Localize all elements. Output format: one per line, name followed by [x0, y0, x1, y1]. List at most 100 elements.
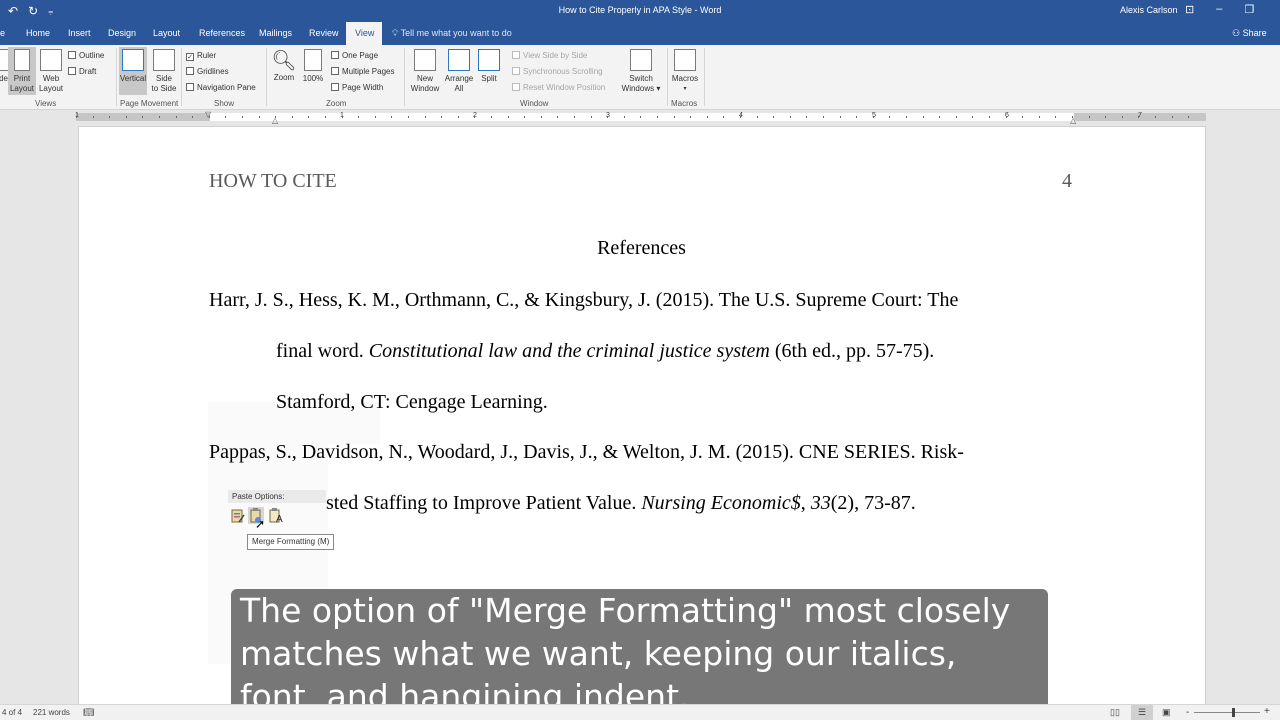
- ruler-tick: [1022, 116, 1024, 118]
- split-button[interactable]: Split: [477, 49, 501, 84]
- group-separator: [404, 48, 405, 106]
- view-side-by-side-button[interactable]: View Side by Side: [512, 51, 587, 61]
- ribbon-display-options-icon[interactable]: ⊡: [1185, 3, 1194, 16]
- zoom-slider-thumb[interactable]: [1232, 708, 1235, 717]
- synchronous-scrolling-button[interactable]: Synchronous Scrolling: [512, 67, 603, 77]
- tab-home[interactable]: Home: [20, 22, 56, 45]
- ruler-tick: [673, 116, 675, 118]
- switch-windows-button[interactable]: Switch Windows ▾: [618, 49, 664, 94]
- reset-window-position-button[interactable]: Reset Window Position: [512, 83, 605, 93]
- side-to-side-icon: [153, 49, 175, 71]
- arrange-all-button[interactable]: Arrange All: [442, 49, 476, 94]
- zoom-out-button[interactable]: -: [1186, 707, 1189, 718]
- reset-window-position-icon: [512, 83, 520, 91]
- minimize-icon[interactable]: –: [1216, 3, 1222, 16]
- restore-icon[interactable]: ❐: [1244, 3, 1254, 16]
- navigation-pane-checkbox[interactable]: Navigation Pane: [186, 83, 256, 93]
- tab-file[interactable]: e: [0, 22, 11, 45]
- ruler-tick: [906, 116, 907, 118]
- lightbulb-icon: 💡︎: [392, 28, 399, 38]
- ruler-tick: [1121, 116, 1123, 118]
- view-side-by-side-icon: [512, 51, 520, 59]
- print-layout-button[interactable]: Print Layout: [8, 47, 36, 95]
- gridlines-checkbox[interactable]: Gridlines: [186, 67, 229, 77]
- tell-me-search[interactable]: 💡︎ Tell me what you want to do: [392, 22, 512, 45]
- tab-design[interactable]: Design: [102, 22, 142, 45]
- zoom-button[interactable]: 🔍︎ Zoom: [271, 49, 297, 83]
- tab-references[interactable]: References: [193, 22, 251, 45]
- ruler-tick: [789, 116, 791, 118]
- page-count[interactable]: 4 of 4: [2, 708, 22, 717]
- right-indent-marker[interactable]: △: [1070, 116, 1076, 125]
- zoom-100-icon: [304, 49, 322, 71]
- title-bar: ↶ ↻ ⩦ How to Cite Properly in APA Style …: [0, 0, 1280, 22]
- horizontal-ruler[interactable]: 1 1 2 3 4 5 6 7 ▽ △ △: [75, 110, 1206, 125]
- reference-2-line-1[interactable]: Pappas, S., Davidson, N., Woodard, J., D…: [209, 441, 964, 464]
- ruler-tick: [607, 116, 609, 118]
- ruler-tick: [391, 116, 393, 118]
- ruler-tick: [856, 116, 858, 118]
- svg-text:A: A: [276, 514, 283, 524]
- zoom-100-button[interactable]: 100%: [301, 49, 325, 84]
- reference-2-line-2[interactable]: sted Staffing to Improve Patient Value. …: [326, 492, 916, 515]
- ribbon-tabs: e Home Insert Design Layout References M…: [0, 22, 1280, 45]
- ruler-tick: [1155, 116, 1156, 118]
- ruler-tick: [1055, 116, 1057, 118]
- tab-mailings[interactable]: Mailings: [253, 22, 298, 45]
- reference-1-line-1[interactable]: Harr, J. S., Hess, K. M., Orthmann, C., …: [209, 289, 958, 312]
- keep-source-formatting-button[interactable]: [230, 507, 246, 524]
- ruler-checkbox[interactable]: ✓ Ruler: [186, 51, 216, 61]
- page-number[interactable]: 4: [1062, 170, 1072, 193]
- ruler-tick: [275, 116, 277, 118]
- paste-options-panel: Paste Options: A: [228, 490, 326, 530]
- one-page-button[interactable]: One Page: [331, 51, 378, 61]
- new-window-button[interactable]: New Window: [408, 49, 442, 94]
- reference-1-line-3[interactable]: Stamford, CT: Cengage Learning.: [276, 391, 548, 414]
- read-mode-icon[interactable]: ▯▯: [1110, 707, 1120, 718]
- tab-layout[interactable]: Layout: [147, 22, 186, 45]
- ruler-tick: [972, 116, 974, 118]
- ruler-tick: [291, 116, 293, 118]
- ruler-tick: [806, 116, 808, 118]
- ruler-tick: [408, 116, 409, 118]
- tab-review[interactable]: Review: [303, 22, 345, 45]
- switch-windows-icon: [630, 49, 652, 71]
- tab-view[interactable]: View: [346, 22, 382, 45]
- ruler-tick: [1105, 116, 1107, 118]
- ruler-tick: [723, 116, 725, 118]
- share-button[interactable]: ⚇ Share: [1232, 22, 1267, 45]
- tab-insert[interactable]: Insert: [62, 22, 97, 45]
- draft-icon: [68, 67, 76, 75]
- multiple-pages-button[interactable]: Multiple Pages: [331, 67, 394, 77]
- ruler-tick: [358, 116, 360, 118]
- web-layout-icon[interactable]: ▣: [1162, 707, 1171, 718]
- side-to-side-button[interactable]: Side to Side: [150, 49, 178, 94]
- outline-button[interactable]: Outline: [68, 51, 104, 61]
- proofing-icon[interactable]: 📖︎: [83, 707, 94, 718]
- draft-button[interactable]: Draft: [68, 67, 96, 77]
- keep-text-only-button[interactable]: A: [268, 507, 284, 525]
- print-layout-icon[interactable]: ☰: [1131, 705, 1153, 720]
- ruler-tick: [939, 116, 941, 118]
- page-width-icon: [331, 83, 339, 91]
- ruler-tick: [491, 116, 492, 118]
- macros-button[interactable]: Macros ▾: [669, 49, 701, 94]
- page-header[interactable]: HOW TO CITE: [209, 170, 337, 193]
- vertical-button[interactable]: Vertical: [119, 47, 147, 95]
- synchronous-scrolling-icon: [512, 67, 520, 75]
- zoom-in-button[interactable]: +: [1264, 706, 1270, 717]
- references-heading[interactable]: References: [0, 237, 1280, 260]
- ruler-tick: [159, 116, 160, 118]
- group-label-macros: Macros: [671, 99, 698, 108]
- web-layout-button[interactable]: Web Layout: [37, 49, 65, 94]
- ruler-tick: [773, 116, 775, 118]
- page-width-button[interactable]: Page Width: [331, 83, 383, 93]
- zoom-slider-track[interactable]: [1194, 712, 1260, 713]
- user-name[interactable]: Alexis Carlson: [1120, 5, 1178, 15]
- ruler-tick: [76, 116, 77, 118]
- word-count[interactable]: 221 words: [33, 708, 70, 717]
- ruler-tick: [740, 116, 741, 118]
- ruler-tick: [706, 116, 708, 118]
- magnifier-icon: 🔍︎: [271, 50, 297, 72]
- reference-1-line-2[interactable]: final word. Constitutional law and the c…: [276, 340, 934, 363]
